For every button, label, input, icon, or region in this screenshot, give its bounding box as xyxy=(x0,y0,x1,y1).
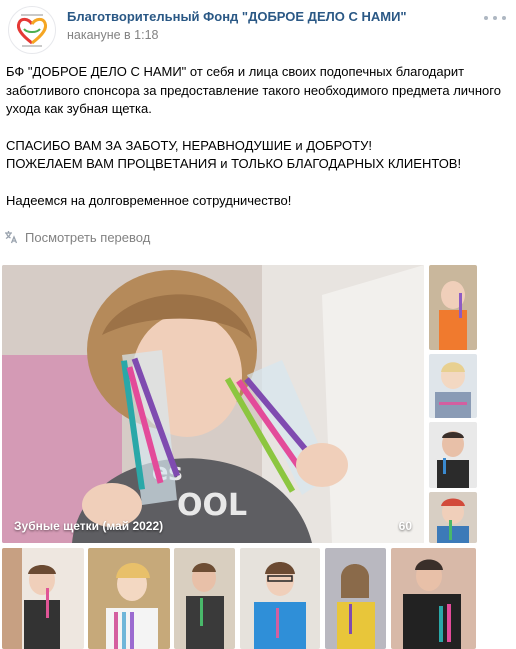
album-photo-thumb[interactable] xyxy=(429,422,477,488)
post-header: Благотворительный Фонд "ДОБРОЕ ДЕЛО С НА… xyxy=(0,0,516,56)
photo-thumb-image xyxy=(88,548,170,649)
album-cover-photo[interactable]: es OOL Зубные щетки (май 2022) 60 xyxy=(2,265,424,543)
album-photo-thumb[interactable] xyxy=(2,548,84,649)
photo-thumb-image xyxy=(429,492,477,543)
post-text: БФ "ДОБРОЕ ДЕЛО С НАМИ" от себя и лица с… xyxy=(6,63,506,210)
album-photo-thumb[interactable] xyxy=(429,492,477,543)
photo-thumb-image xyxy=(325,548,386,649)
album-photo-thumb[interactable] xyxy=(429,354,477,418)
charity-heart-logo-icon xyxy=(16,14,48,47)
photo-thumb-image xyxy=(391,548,476,649)
translate-link[interactable]: Посмотреть перевод xyxy=(3,228,150,246)
svg-text:OOL: OOL xyxy=(177,488,247,523)
more-dots-icon[interactable] xyxy=(484,11,506,25)
album-photo-thumb[interactable] xyxy=(325,548,386,649)
album-cover-image: es OOL xyxy=(2,265,424,543)
post-time[interactable]: накануне в 1:18 xyxy=(67,28,158,42)
album-photo-thumb[interactable] xyxy=(391,548,476,649)
album-photo-thumb[interactable] xyxy=(174,548,235,649)
album-photo-thumb[interactable] xyxy=(88,548,170,649)
album-photo-count: 60 xyxy=(398,519,412,533)
album-photo-thumb[interactable] xyxy=(429,265,477,350)
photo-thumb-image xyxy=(2,548,84,649)
photo-thumb-image xyxy=(429,265,477,350)
photo-thumb-image xyxy=(429,422,477,488)
album-photo-thumb[interactable] xyxy=(240,548,320,649)
post-author[interactable]: Благотворительный Фонд "ДОБРОЕ ДЕЛО С НА… xyxy=(67,9,407,24)
translate-icon xyxy=(5,231,18,244)
translate-label: Посмотреть перевод xyxy=(25,229,151,245)
photo-thumb-image xyxy=(429,354,477,418)
post-paragraph: БФ "ДОБРОЕ ДЕЛО С НАМИ" от себя и лица с… xyxy=(6,64,501,116)
photo-thumb-image xyxy=(174,548,235,649)
post-paragraph: ПОЖЕЛАЕМ ВАМ ПРОЦВЕТАНИЯ и ТОЛЬКО БЛАГОД… xyxy=(6,156,462,171)
community-avatar[interactable] xyxy=(8,6,56,54)
post-paragraph: Надеемся на долговременное сотрудничеств… xyxy=(6,192,292,208)
photo-thumb-image xyxy=(240,548,320,649)
post-paragraph: СПАСИБО ВАМ ЗА ЗАБОТУ, НЕРАВНОДУШИЕ и ДО… xyxy=(6,137,372,153)
album-title: Зубные щетки (май 2022) xyxy=(14,519,164,533)
